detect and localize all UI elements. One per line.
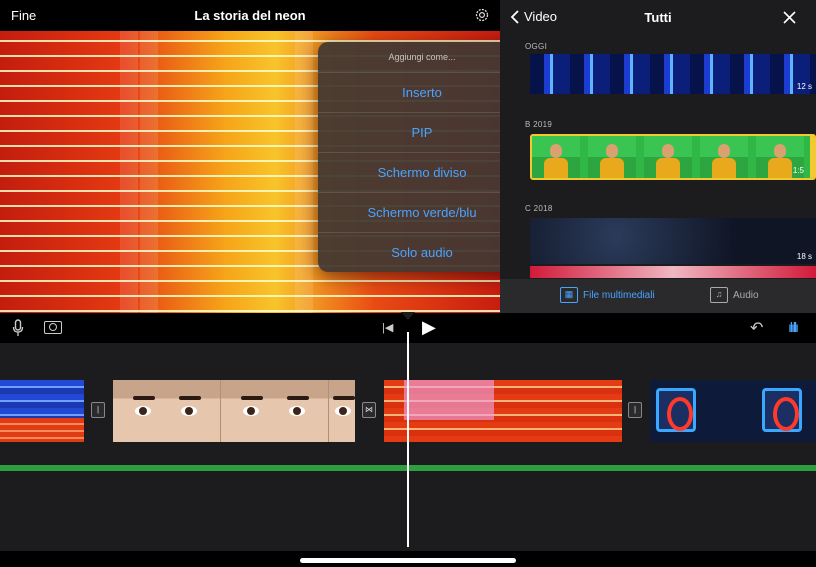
playhead[interactable] (407, 332, 409, 547)
gear-icon[interactable] (474, 7, 490, 23)
selection-handle[interactable] (810, 136, 814, 178)
project-title: La storia del neon (194, 8, 306, 23)
clip-duration: 12 s (796, 82, 812, 91)
play-icon[interactable]: ▶ (422, 317, 436, 338)
option-cutaway[interactable]: Inserto (318, 73, 526, 113)
section-label: C 2018 (525, 204, 553, 213)
editor-top-bar: Fine La storia del neon (0, 0, 500, 31)
video-thumbnail-strip[interactable] (530, 266, 816, 278)
transition-icon[interactable]: | (91, 402, 105, 418)
option-green-blue-screen[interactable]: Schermo verde/blu (318, 193, 526, 233)
undo-icon[interactable]: ↶ (750, 318, 763, 338)
camera-icon[interactable] (44, 321, 62, 334)
media-browser: Video Tutti OGGI 12 s B 2019 1:5 C 2018 … (500, 0, 816, 313)
tab-label: File multimediali (583, 289, 655, 301)
home-indicator[interactable] (300, 558, 516, 563)
video-thumbnail-strip[interactable]: 12 s (530, 54, 816, 94)
add-as-popover: Aggiungi come... Inserto PIP Schermo div… (318, 42, 526, 272)
option-audio-only[interactable]: Solo audio (318, 233, 526, 272)
timeline-clip[interactable] (0, 380, 84, 442)
microphone-icon[interactable] (12, 319, 24, 337)
waveform-icon[interactable]: ılıllı (788, 319, 799, 335)
option-pip[interactable]: PIP (318, 113, 526, 153)
clip-duration: 18 s (796, 252, 812, 261)
tab-label: Audio (733, 289, 759, 301)
transition-icon[interactable]: | (628, 402, 642, 418)
film-icon: ▦ (560, 287, 578, 303)
section-label: B 2019 (525, 120, 553, 129)
browser-header: Video Tutti (500, 0, 816, 36)
transition-icon[interactable]: ⋈ (362, 402, 376, 418)
neon-glow (140, 31, 158, 313)
timeline-clip[interactable] (384, 380, 622, 442)
tab-media-files[interactable]: ▦ File multimediali (560, 287, 655, 303)
neon-glow (295, 31, 313, 313)
skip-to-start-icon[interactable]: |◀ (382, 321, 393, 334)
popover-header: Aggiungi come... (318, 42, 526, 73)
timeline-clip[interactable] (113, 380, 355, 442)
neon-glow (120, 31, 138, 313)
browser-title: Tutti (644, 10, 672, 25)
timeline-clip[interactable] (650, 380, 816, 442)
playhead-marker (401, 312, 415, 320)
browser-tab-bar: ▦ File multimediali ♫ Audio (500, 279, 816, 313)
section-label: OGGI (525, 42, 548, 51)
video-thumbnail-strip-selected[interactable]: 1:5 (530, 134, 816, 180)
music-note-icon: ♫ (710, 287, 728, 303)
clip-duration: 1:5 (792, 166, 804, 175)
video-thumbnail-strip[interactable]: 18 s (530, 218, 816, 264)
tab-audio[interactable]: ♫ Audio (710, 287, 759, 303)
close-icon[interactable] (783, 11, 796, 24)
option-split-screen[interactable]: Schermo diviso (318, 153, 526, 193)
